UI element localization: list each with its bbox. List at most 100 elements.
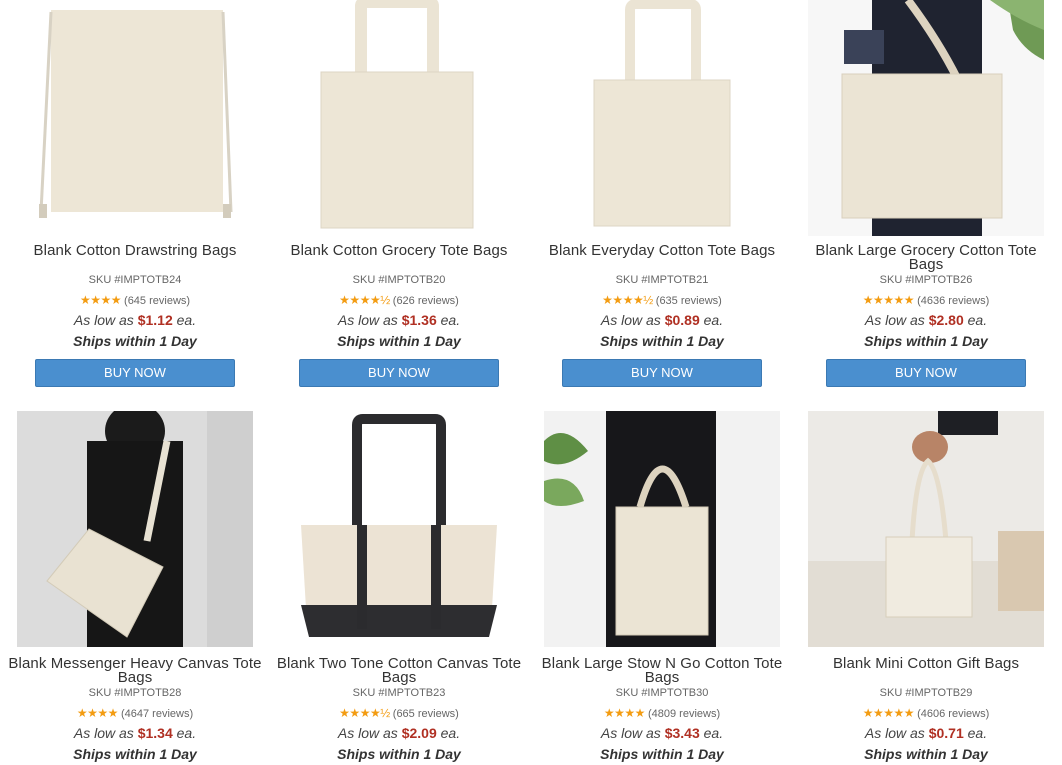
mini-gift-bag-icon: [808, 411, 1044, 647]
product-rating: ★★★★ (4809 reviews): [544, 706, 780, 721]
review-count[interactable]: (4809 reviews): [648, 708, 720, 720]
grocery-tote-icon: [281, 0, 517, 236]
two-tone-tote-icon: [281, 411, 517, 647]
product-image[interactable]: [281, 0, 517, 236]
product-sku: SKU #IMPTOTB26: [879, 274, 973, 286]
large-grocery-tote-icon: [808, 0, 1044, 236]
price-prefix: As low as: [864, 312, 925, 328]
stow-n-go-tote-icon: [544, 411, 780, 647]
price-suffix: ea.: [440, 312, 461, 328]
price-suffix: ea.: [967, 725, 988, 741]
buy-now-button[interactable]: BUY NOW: [562, 359, 762, 387]
product-image[interactable]: [17, 0, 253, 236]
product-title[interactable]: Blank Mini Cotton Gift Bags: [798, 656, 1054, 671]
product-rating: ★★★★ (4647 reviews): [17, 706, 253, 721]
price-suffix: ea.: [176, 312, 197, 328]
review-count[interactable]: (626 reviews): [393, 295, 459, 307]
price-suffix: ea.: [967, 312, 988, 328]
price-prefix: As low as: [600, 312, 661, 328]
rating-stars-icon: ★★★★: [603, 706, 646, 720]
product-sku: SKU #IMPTOTB24: [88, 274, 182, 286]
product-price: As low as $1.34 ea.: [17, 725, 253, 741]
product-title[interactable]: Blank Messenger Heavy Canvas Tote Bags: [7, 656, 263, 685]
price-suffix: ea.: [176, 725, 197, 741]
product-title[interactable]: Blank Large Stow N Go Cotton Tote Bags: [534, 656, 790, 685]
price-amount: $0.89: [664, 312, 700, 328]
rating-stars-icon: ★★★★½: [602, 293, 653, 307]
product-image[interactable]: [17, 411, 253, 647]
product-title[interactable]: Blank Everyday Cotton Tote Bags: [534, 243, 790, 258]
shipping-info: Ships within 1 Day: [600, 333, 724, 349]
product-price: As low as $1.12 ea.: [17, 312, 253, 328]
product-image[interactable]: [544, 0, 780, 236]
price-amount: $2.09: [401, 725, 437, 741]
price-amount: $2.80: [928, 312, 964, 328]
price-prefix: As low as: [864, 725, 925, 741]
price-prefix: As low as: [337, 725, 398, 741]
product-rating: ★★★★½ (626 reviews): [281, 293, 517, 308]
product-sku: SKU #IMPTOTB30: [615, 687, 709, 699]
product-rating: ★★★★★ (4636 reviews): [808, 293, 1044, 308]
price-suffix: ea.: [440, 725, 461, 741]
messenger-tote-icon: [17, 411, 253, 647]
shipping-info: Ships within 1 Day: [73, 333, 197, 349]
product-sku: SKU #IMPTOTB28: [88, 687, 182, 699]
product-rating: ★★★★½ (635 reviews): [544, 293, 780, 308]
product-price: As low as $0.89 ea.: [544, 312, 780, 328]
product-sku: SKU #IMPTOTB20: [352, 274, 446, 286]
product-price: As low as $1.36 ea.: [281, 312, 517, 328]
product-sku: SKU #IMPTOTB29: [879, 687, 973, 699]
rating-stars-icon: ★★★★½: [339, 293, 390, 307]
review-count[interactable]: (4606 reviews): [917, 708, 989, 720]
price-amount: $1.34: [137, 725, 173, 741]
price-prefix: As low as: [73, 725, 134, 741]
price-prefix: As low as: [337, 312, 398, 328]
shipping-info: Ships within 1 Day: [337, 333, 461, 349]
shipping-info: Ships within 1 Day: [337, 746, 461, 762]
price-suffix: ea.: [703, 312, 724, 328]
price-prefix: As low as: [73, 312, 134, 328]
rating-stars-icon: ★★★★★: [862, 293, 915, 307]
shipping-info: Ships within 1 Day: [864, 333, 988, 349]
product-price: As low as $2.80 ea.: [808, 312, 1044, 328]
product-image[interactable]: [808, 0, 1044, 236]
price-amount: $0.71: [928, 725, 964, 741]
product-image[interactable]: [808, 411, 1044, 647]
price-amount: $3.43: [664, 725, 700, 741]
rating-stars-icon: ★★★★: [76, 706, 119, 720]
product-image[interactable]: [544, 411, 780, 647]
review-count[interactable]: (4647 reviews): [121, 708, 193, 720]
buy-now-button[interactable]: BUY NOW: [299, 359, 499, 387]
product-title[interactable]: Blank Cotton Grocery Tote Bags: [271, 243, 527, 258]
everyday-tote-icon: [544, 0, 780, 236]
buy-now-button[interactable]: BUY NOW: [35, 359, 235, 387]
price-prefix: As low as: [600, 725, 661, 741]
drawstring-bag-icon: [17, 0, 253, 236]
product-rating: ★★★★½ (665 reviews): [281, 706, 517, 721]
rating-stars-icon: ★★★★★: [862, 706, 915, 720]
product-image[interactable]: [281, 411, 517, 647]
product-sku: SKU #IMPTOTB21: [615, 274, 709, 286]
review-count[interactable]: (645 reviews): [124, 295, 190, 307]
product-price: As low as $2.09 ea.: [281, 725, 517, 741]
buy-now-button[interactable]: BUY NOW: [826, 359, 1026, 387]
shipping-info: Ships within 1 Day: [600, 746, 724, 762]
price-amount: $1.12: [137, 312, 173, 328]
product-title[interactable]: Blank Two Tone Cotton Canvas Tote Bags: [271, 656, 527, 685]
review-count[interactable]: (635 reviews): [656, 295, 722, 307]
rating-stars-icon: ★★★★½: [339, 706, 390, 720]
review-count[interactable]: (665 reviews): [393, 708, 459, 720]
product-title[interactable]: Blank Cotton Drawstring Bags: [7, 243, 263, 258]
price-suffix: ea.: [703, 725, 724, 741]
shipping-info: Ships within 1 Day: [73, 746, 197, 762]
product-title[interactable]: Blank Large Grocery Cotton Tote Bags: [798, 243, 1054, 272]
product-rating: ★★★★★ (4606 reviews): [808, 706, 1044, 721]
product-rating: ★★★★ (645 reviews): [17, 293, 253, 308]
review-count[interactable]: (4636 reviews): [917, 295, 989, 307]
product-price: As low as $0.71 ea.: [808, 725, 1044, 741]
product-price: As low as $3.43 ea.: [544, 725, 780, 741]
rating-stars-icon: ★★★★: [79, 293, 122, 307]
price-amount: $1.36: [401, 312, 437, 328]
shipping-info: Ships within 1 Day: [864, 746, 988, 762]
product-sku: SKU #IMPTOTB23: [352, 687, 446, 699]
